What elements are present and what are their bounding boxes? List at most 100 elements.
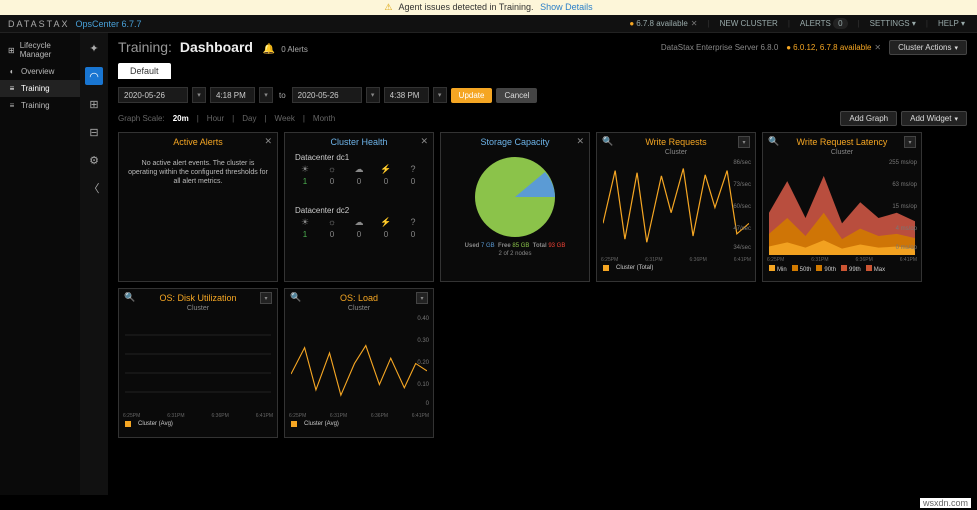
scale-label: Graph Scale: [118, 114, 165, 123]
icon-rail: ✦ ◠ ⊞ ⊟ ⚙ 〈 [80, 33, 108, 495]
settings-link[interactable]: SETTINGS ▾ [866, 19, 920, 28]
tab-default[interactable]: Default [118, 63, 171, 79]
date-from-input[interactable] [118, 87, 188, 103]
date-to-input[interactable] [292, 87, 362, 103]
nav-training-1[interactable]: ≡Training [0, 80, 80, 97]
rail-data-icon[interactable]: ⊟ [85, 123, 103, 141]
val: 0 [405, 177, 421, 186]
close-icon[interactable]: ✕ [874, 43, 881, 52]
nav-overview[interactable]: ◐Overview [0, 63, 80, 80]
time-from-caret[interactable]: ▾ [259, 87, 273, 103]
scale-week[interactable]: Week [275, 114, 295, 123]
alerts-link[interactable]: ALERTS 0 [796, 19, 852, 28]
cancel-button[interactable]: Cancel [496, 88, 537, 103]
card-write-requests: 🔍 Write Requests ▾ Cluster 86/sec 73/sec… [596, 132, 756, 282]
val: 0 [351, 177, 367, 186]
card-menu-icon[interactable]: ▾ [416, 292, 428, 304]
close-icon[interactable]: ✕ [264, 136, 272, 147]
rail-plus-icon[interactable]: ✦ [85, 39, 103, 57]
help-link[interactable]: HELP ▾ [934, 19, 969, 28]
update-available[interactable]: ●6.7.8 available✕ [625, 19, 701, 28]
card-sub: Cluster [763, 149, 921, 156]
page-title: Training: Dashboard 🔔 0 Alerts [118, 39, 308, 55]
alerts-body: No active alert events. The cluster is o… [119, 149, 277, 196]
dc2-section: Datacenter dc2 ☀ ☼ ☁ ⚡ ? 1 0 0 0 0 [285, 202, 433, 243]
card-disk-util: 🔍 OS: Disk Utilization ▾ Cluster 6:25PM … [118, 288, 278, 438]
time-from-input[interactable] [210, 87, 255, 103]
warning-link[interactable]: Show Details [540, 2, 593, 12]
time-to-input[interactable] [384, 87, 429, 103]
val: 0 [324, 177, 340, 186]
card-title: 🔍 OS: Load ▾ [285, 289, 433, 305]
card-os-load: 🔍 OS: Load ▾ Cluster 0.40 0.30 0.20 0.10… [284, 288, 434, 438]
val: 0 [378, 230, 394, 239]
content: Training: Dashboard 🔔 0 Alerts DataStax … [108, 33, 977, 495]
chart-legend: Cluster (Avg) [285, 419, 433, 429]
card-menu-icon[interactable]: ▾ [904, 136, 916, 148]
close-icon[interactable]: ✕ [576, 136, 584, 147]
product-name: OpsCenter 6.7.7 [76, 19, 142, 29]
alerts-badge: 0 [833, 18, 847, 29]
rail-nodes-icon[interactable]: ⊞ [85, 95, 103, 113]
page-header: Training: Dashboard 🔔 0 Alerts DataStax … [118, 33, 967, 61]
nav-lifecycle-manager[interactable]: ⊞Lifecycle Manager [0, 37, 80, 63]
breadcrumb: Training: [118, 39, 172, 55]
title-text: Dashboard [180, 39, 253, 55]
scale-day[interactable]: Day [242, 114, 256, 123]
version-available[interactable]: ●6.0.12, 6.7.8 available✕ [786, 43, 881, 52]
date-to-caret[interactable]: ▾ [366, 87, 380, 103]
scale-hour[interactable]: Hour [207, 114, 224, 123]
new-cluster-link[interactable]: NEW CLUSTER [716, 19, 782, 28]
cluster-actions-button[interactable]: Cluster Actions▾ [889, 40, 967, 55]
rail-collapse-icon[interactable]: 〈 [85, 179, 103, 197]
zoom-icon[interactable]: 🔍 [124, 292, 135, 303]
question-icon: ? [405, 164, 421, 175]
card-menu-icon[interactable]: ▾ [738, 136, 750, 148]
nav-training-2[interactable]: ≡Training [0, 97, 80, 114]
add-widget-button[interactable]: Add Widget▾ [901, 111, 967, 126]
close-icon[interactable]: ✕ [691, 19, 698, 28]
val: 1 [297, 177, 313, 186]
top-menu: ●6.7.8 available✕ | NEW CLUSTER | ALERTS… [625, 19, 969, 28]
dse-version: DataStax Enterprise Server 6.8.0 [661, 43, 778, 52]
cards-grid: Active Alerts ✕ No active alert events. … [118, 132, 967, 438]
chevron-down-icon: ▾ [961, 19, 965, 28]
db-icon: ≡ [8, 84, 16, 93]
bolt-icon: ⚡ [378, 217, 394, 228]
bolt-icon: ⚡ [378, 164, 394, 175]
gauge-icon: ◐ [8, 67, 16, 76]
card-title: Cluster Health ✕ [285, 133, 433, 149]
sun-icon: ☼ [324, 217, 340, 228]
card-active-alerts: Active Alerts ✕ No active alert events. … [118, 132, 278, 282]
dc1-section: Datacenter dc1 ☀ ☼ ☁ ⚡ ? 1 0 0 0 0 [285, 149, 433, 190]
zoom-icon[interactable]: 🔍 [290, 292, 301, 303]
scale-20m[interactable]: 20m [173, 114, 189, 123]
chevron-down-icon: ▾ [954, 116, 958, 123]
chart-area [125, 316, 271, 411]
topbar: DATASTAX OpsCenter 6.7.7 ●6.7.8 availabl… [0, 15, 977, 33]
zoom-icon[interactable]: 🔍 [602, 136, 613, 147]
add-graph-button[interactable]: Add Graph [840, 111, 897, 126]
close-icon[interactable]: ✕ [420, 136, 428, 147]
zoom-icon[interactable]: 🔍 [768, 136, 779, 147]
scale-row: Graph Scale: 20m| Hour| Day| Week| Month… [118, 111, 967, 126]
update-button[interactable]: Update [451, 88, 493, 103]
card-sub: Cluster [597, 149, 755, 156]
card-title: Active Alerts ✕ [119, 133, 277, 149]
dc-name: Datacenter dc1 [295, 153, 423, 162]
date-from-caret[interactable]: ▾ [192, 87, 206, 103]
chart-legend: Min 50th 90th 99th Max [763, 263, 921, 275]
chart-area: 0.40 0.30 0.20 0.10 0 [291, 316, 427, 411]
time-to-caret[interactable]: ▾ [433, 87, 447, 103]
rail-settings-icon[interactable]: ⚙ [85, 151, 103, 169]
warning-text: Agent issues detected in Training. [398, 2, 533, 12]
left-nav: ⊞Lifecycle Manager ◐Overview ≡Training ≡… [0, 33, 80, 495]
scale-month[interactable]: Month [313, 114, 335, 123]
logo: DATASTAX [8, 19, 70, 29]
question-icon: ? [405, 217, 421, 228]
card-menu-icon[interactable]: ▾ [260, 292, 272, 304]
chart-legend: Cluster (Avg) [119, 419, 277, 429]
chart-area: 86/sec 73/sec 60/sec 47/sec 34/sec [603, 160, 749, 255]
rail-dashboard-icon[interactable]: ◠ [85, 67, 103, 85]
bell-icon[interactable]: 🔔 [263, 44, 275, 55]
